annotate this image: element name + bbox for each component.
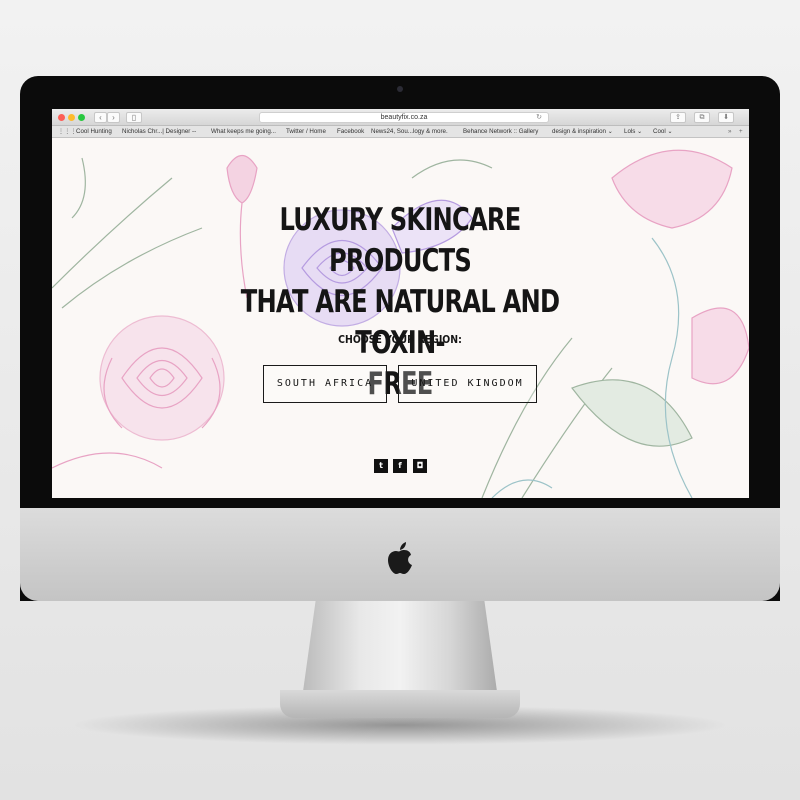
tabs-icon[interactable]: ⧉: [694, 112, 710, 123]
bookmark-item[interactable]: Behance Network :: Gallery: [463, 126, 538, 137]
united-kingdom-button[interactable]: UNITED KINGDOM: [398, 365, 537, 403]
share-icon[interactable]: ⇪: [670, 112, 686, 123]
region-prompt: CHOOSE YOUR REGION:: [338, 333, 462, 346]
bookmark-item[interactable]: News24, Sou...logy & more.: [371, 126, 448, 137]
bookmark-item[interactable]: Nicholas Chr...| Designer --: [122, 126, 196, 137]
browser-screen: ‹ › ▯ beautyfix.co.za ↻ ⇪ ⧉ ⬇ ⋮⋮⋮ Cool H…: [52, 109, 749, 498]
bookmark-item[interactable]: Cool ⌄: [653, 126, 673, 137]
monitor-stand-base: [280, 690, 520, 718]
url-text: beautyfix.co.za: [380, 114, 428, 121]
twitter-icon[interactable]: t: [374, 459, 388, 473]
pink-lily-illustration: [611, 149, 749, 385]
pink-rose-illustration: [52, 315, 225, 469]
browser-toolbar: ‹ › ▯ beautyfix.co.za ↻ ⇪ ⧉ ⬇: [52, 109, 749, 126]
back-icon[interactable]: ‹: [94, 112, 107, 123]
bookmark-item[interactable]: Twitter / Home: [286, 126, 326, 137]
headline-line: THAT ARE NATURAL AND TOXIN-: [240, 284, 560, 361]
webpage: LUXURY SKINCARE PRODUCTS THAT ARE NATURA…: [52, 138, 749, 498]
imac-monitor: ‹ › ▯ beautyfix.co.za ↻ ⇪ ⧉ ⬇ ⋮⋮⋮ Cool H…: [20, 76, 780, 601]
headline-line: LUXURY SKINCARE PRODUCTS: [279, 202, 522, 279]
minimize-window-button[interactable]: [68, 114, 75, 121]
download-icon[interactable]: ⬇: [718, 112, 734, 123]
reload-icon[interactable]: ↻: [536, 113, 542, 123]
bookmarks-bar: ⋮⋮⋮ Cool Hunting Nicholas Chr...| Design…: [52, 126, 749, 138]
bookmark-item[interactable]: Lols ⌄: [624, 126, 642, 137]
instagram-icon[interactable]: ◘: [413, 459, 427, 473]
add-bookmark-icon[interactable]: +: [739, 126, 743, 137]
facebook-icon[interactable]: f: [393, 459, 407, 473]
bookmark-item[interactable]: Cool Hunting: [76, 126, 112, 137]
bookmarks-overflow-icon[interactable]: »: [728, 126, 731, 137]
south-africa-button[interactable]: SOUTH AFRICA: [263, 365, 387, 403]
apple-logo-icon: [388, 542, 412, 574]
grid-icon[interactable]: ⋮⋮⋮: [58, 126, 77, 137]
address-bar[interactable]: beautyfix.co.za ↻: [259, 112, 549, 123]
camera: [397, 86, 403, 92]
bookmark-item[interactable]: Facebook: [337, 126, 364, 137]
close-window-button[interactable]: [58, 114, 65, 121]
bookmark-item[interactable]: design & inspiration ⌄: [552, 126, 613, 137]
bookmark-item[interactable]: What keeps me going...: [211, 126, 276, 137]
fullscreen-window-button[interactable]: [78, 114, 85, 121]
forward-icon[interactable]: ›: [107, 112, 120, 123]
sidebar-icon[interactable]: ▯: [126, 112, 142, 123]
